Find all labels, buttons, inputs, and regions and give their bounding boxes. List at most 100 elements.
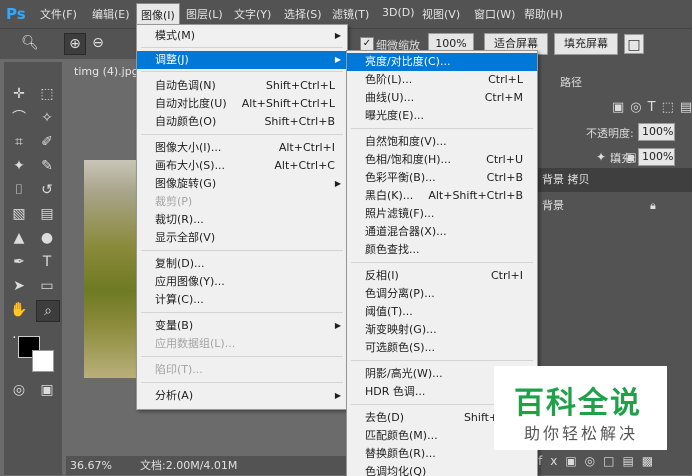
menu-item-image-size[interactable]: 图像大小(I)... Alt+Ctrl+I [137,139,347,157]
menu-item-auto-color[interactable]: 自动颜色(O) Shift+Ctrl+B [137,113,347,131]
menu-item-calculations[interactable]: 计算(C)... [137,291,347,309]
background-color-swatch[interactable] [32,350,54,372]
menu-item-canvas-size[interactable]: 画布大小(S)... Alt+Ctrl+C [137,157,347,175]
submenu-arrow-icon: ▶ [334,391,341,400]
healing-brush-icon[interactable]: ✦ [8,156,30,176]
screen-mode-icon[interactable]: ▣ [36,380,58,400]
marquee-tool-icon[interactable]: ⬚ [36,84,58,104]
rotate-view-icon[interactable]: □ [624,34,644,54]
tools-panel: ✛ ⬚ ⌒ ✧ ⌗ ✐ ✦ ✎ ⌷ ↺ ▧ ▤ ▲ ● ✒ T ➤ ▭ ✋ ⌕ … [4,62,62,475]
move-tool-icon[interactable]: ✛ [8,84,30,104]
menu-type[interactable]: 文字(Y) [234,6,271,22]
eyedropper-icon[interactable]: ✐ [36,132,58,152]
menu-item-posterize[interactable]: 色调分离(P)... [347,285,537,303]
menu-item-selective-color[interactable]: 可选颜色(S)... [347,339,537,357]
layer-row[interactable]: 背景 🔒︎ [536,194,692,218]
menu-item-channel-mixer[interactable]: 通道混合器(X)... [347,223,537,241]
menu-select[interactable]: 选择(S) [284,6,322,22]
history-brush-icon[interactable]: ↺ [36,180,58,200]
gradient-tool-icon[interactable]: ▤ [36,204,58,224]
menu-item-levels[interactable]: 色阶(L)... Ctrl+L [347,71,537,89]
menu-item-hue-saturation[interactable]: 色相/饱和度(H)... Ctrl+U [347,151,537,169]
menu-item-photo-filter[interactable]: 照片滤镜(F)... [347,205,537,223]
zoom-level[interactable]: 36.67% [70,456,112,475]
image-menu: 模式(M) ▶ 调整(J) ▶ 自动色调(N) Shift+Ctrl+L 自动对比度(… [136,24,348,410]
menu-window[interactable]: 窗口(W) [474,6,515,22]
menu-edit[interactable]: 编辑(E) [92,6,130,22]
menu-item-image-rotation[interactable]: 图像旋转(G) ▶ [137,175,347,193]
lock-icon: 🔒︎ [650,199,656,212]
menu-item-auto-contrast[interactable]: 自动对比度(U) Alt+Shift+Ctrl+L [137,95,347,113]
menu-item-threshold[interactable]: 阈值(T)... [347,303,537,321]
watermark: 百科全说 助你轻松解决 [494,366,667,450]
photoshop-logo: Ps [6,5,26,23]
menu-item-gradient-map[interactable]: 渐变映射(G)... [347,321,537,339]
menu-item-invert[interactable]: 反相(I) Ctrl+I [347,267,537,285]
menu-filter[interactable]: 滤镜(T) [332,6,369,22]
menu-item-trim[interactable]: 裁切(R)... [137,211,347,229]
eraser-tool-icon[interactable]: ▧ [8,204,30,224]
fill-input[interactable]: 100% [638,148,675,166]
watermark-title: 百科全说 [514,386,642,421]
menu-item-trap: 陷印(T)... [155,363,203,376]
opacity-label: 不透明度: [586,127,634,140]
layer-name: 背景 拷贝 [542,173,590,186]
menu-view[interactable]: 视图(V) [422,6,460,22]
document-tab[interactable]: timg (4).jpg [68,62,144,82]
menu-item-adjustments[interactable]: 调整(J) ▶ [137,51,347,69]
opacity-input[interactable]: 100% [638,123,675,141]
layer-filter-icons[interactable]: ▣◎T⬚▤● [612,100,692,115]
document-image [84,160,136,378]
dodge-tool-icon[interactable]: ● [36,228,58,248]
type-tool-icon[interactable]: T [36,252,58,272]
layer-row[interactable]: 背景 拷贝 [536,168,692,192]
fill-label: 填充: [610,152,636,165]
menu-item-apply-image[interactable]: 应用图像(Y)... [137,273,347,291]
path-select-icon[interactable]: ➤ [8,276,30,296]
submenu-arrow-icon: ▶ [334,321,341,330]
menu-3d[interactable]: 3D(D) [382,6,415,19]
quick-mask-icon[interactable]: ◎ [8,380,30,400]
submenu-arrow-icon: ▶ [334,55,341,64]
menu-layer[interactable]: 图层(L) [186,6,223,22]
menu-file[interactable]: 文件(F) [40,6,77,22]
zoom-tool-icon[interactable]: ⌕ [36,300,60,322]
menu-item-color-lookup[interactable]: 颜色查找... [347,241,537,259]
clone-stamp-icon[interactable]: ⌷ [8,180,30,200]
menu-item-black-white[interactable]: 黑白(K)... Alt+Shift+Ctrl+B [347,187,537,205]
fine-zoom-checkbox[interactable]: ✓ [360,37,374,51]
menu-item-duplicate[interactable]: 复制(D)... [137,255,347,273]
menu-item-color-balance[interactable]: 色彩平衡(B)... Ctrl+B [347,169,537,187]
menu-item-curves[interactable]: 曲线(U)... Ctrl+M [347,89,537,107]
pen-tool-icon[interactable]: ✒ [8,252,30,272]
fill-screen-button[interactable]: 填充屏幕 [554,33,618,55]
menu-item-auto-tone[interactable]: 自动色调(N) Shift+Ctrl+L [137,77,347,95]
layer-actions-icons[interactable]: fx▣◎□▤▩ [538,454,661,468]
magic-wand-icon[interactable]: ✧ [36,108,58,128]
zoom-tool-icon[interactable]: 🔍︎ [20,33,40,53]
crop-tool-icon[interactable]: ⌗ [8,132,30,152]
menu-item-reveal-all[interactable]: 显示全部(V) [137,229,347,247]
zoom-in-icon[interactable]: ⊕ [64,33,86,55]
menu-help[interactable]: 帮助(H) [524,6,563,22]
menu-item-variables[interactable]: 变量(B) ▶ [137,317,347,335]
shape-tool-icon[interactable]: ▭ [36,276,58,296]
tab-paths[interactable]: 路径 [560,74,582,90]
watermark-subtitle: 助你轻松解决 [524,424,639,443]
layer-name: 背景 [542,199,564,212]
zoom-out-icon[interactable]: ⊖ [88,33,108,53]
submenu-arrow-icon: ▶ [334,179,341,188]
hand-tool-icon[interactable]: ✋ [8,300,30,320]
brush-tool-icon[interactable]: ✎ [36,156,58,176]
menu-item-crop: 裁剪(P) [155,195,193,208]
menu-item-exposure[interactable]: 曝光度(E)... [347,107,537,125]
blur-tool-icon[interactable]: ▲ [8,228,30,248]
menu-item-equalize[interactable]: 色调均化(Q) [347,463,537,476]
lasso-tool-icon[interactable]: ⌒ [8,108,30,128]
menu-item-mode[interactable]: 模式(M) ▶ [137,27,347,45]
submenu-arrow-icon: ▶ [334,31,341,40]
menu-item-analysis[interactable]: 分析(A) ▶ [137,387,347,405]
menu-item-vibrance[interactable]: 自然饱和度(V)... [347,133,537,151]
menu-item-apply-data-set: 应用数据组(L)... [155,337,236,350]
menu-item-brightness-contrast[interactable]: 亮度/对比度(C)... [347,53,537,71]
